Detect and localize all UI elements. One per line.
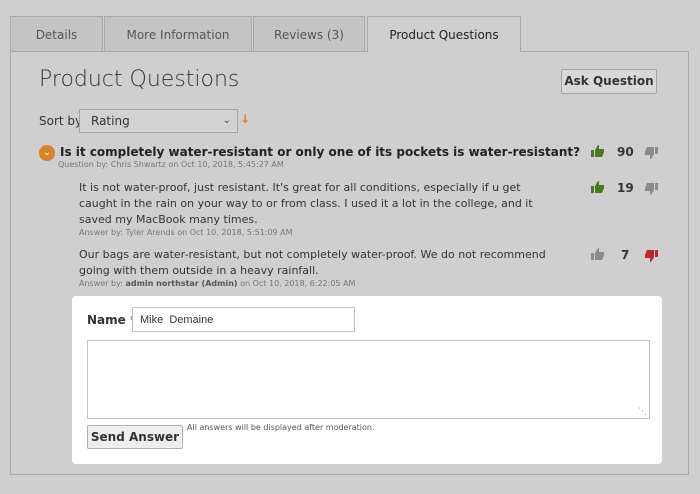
question-meta: Question by: Chris Shwartz on Oct 10, 20… <box>58 160 284 169</box>
collapse-toggle-icon[interactable]: ⌄ <box>39 145 55 161</box>
answer-vote-count: 7 <box>621 248 630 262</box>
thumbs-down-icon[interactable] <box>644 147 658 159</box>
answer-textarea[interactable]: ⋱ <box>87 340 650 419</box>
answer-vote-count: 19 <box>617 181 634 195</box>
answer-meta: Answer by: admin northstar (Admin) on Oc… <box>79 279 355 288</box>
arrow-down-icon[interactable]: ↓ <box>240 112 250 126</box>
thumbs-up-icon[interactable] <box>591 181 605 193</box>
name-label-text: Name <box>87 313 126 327</box>
answer-author: admin northstar (Admin) <box>125 279 238 288</box>
tab-more-information[interactable]: More Information <box>104 16 252 51</box>
answer-meta-prefix: Answer by: <box>79 279 126 288</box>
sort-label: Sort by <box>39 114 83 128</box>
thumbs-up-icon[interactable] <box>591 248 605 260</box>
name-input[interactable] <box>132 307 355 332</box>
sort-selected-value: Rating <box>91 114 130 128</box>
tab-details[interactable]: Details <box>10 16 103 51</box>
question-text: Is it completely water-resistant or only… <box>60 145 581 159</box>
ask-question-button[interactable]: Ask Question <box>561 69 657 94</box>
answer-meta: Answer by: Tyler Arends on Oct 10, 2018,… <box>79 228 293 237</box>
moderation-note: All answers will be displayed after mode… <box>187 423 375 432</box>
thumbs-down-icon[interactable] <box>644 250 658 262</box>
question-vote-count: 90 <box>617 145 634 159</box>
tab-product-questions[interactable]: Product Questions <box>367 16 521 52</box>
name-label: Name * <box>87 313 136 327</box>
page-title: Product Questions <box>39 67 240 92</box>
answer-meta-suffix: on Oct 10, 2018, 6:22:05 AM <box>237 279 356 288</box>
chevron-down-icon: ⌄ <box>222 115 231 126</box>
send-answer-button[interactable]: Send Answer <box>87 425 183 449</box>
resize-handle-icon[interactable]: ⋱ <box>638 407 647 417</box>
thumbs-down-icon[interactable] <box>644 183 658 195</box>
thumbs-up-icon[interactable] <box>591 145 605 157</box>
answer-text: It is not water-proof, just resistant. I… <box>79 181 533 226</box>
sort-select[interactable]: Rating ⌄ <box>79 109 238 133</box>
tab-reviews[interactable]: Reviews (3) <box>253 16 365 51</box>
answer-text: Our bags are water-resistant, but not co… <box>79 248 546 277</box>
